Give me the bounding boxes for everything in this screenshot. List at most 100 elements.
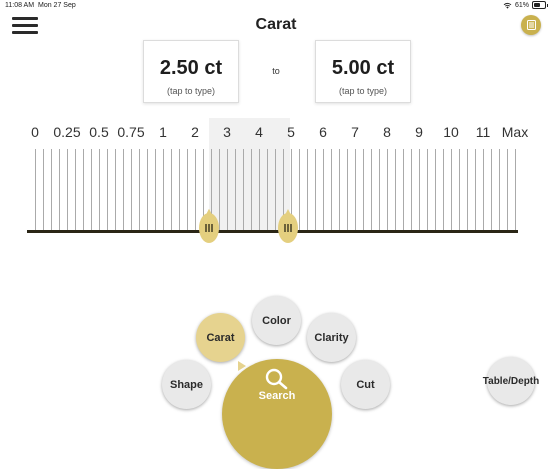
scale-tick bbox=[451, 149, 452, 231]
scale-tick bbox=[187, 149, 188, 231]
scale-label: 5 bbox=[287, 124, 295, 140]
scale-tick bbox=[499, 149, 500, 231]
scale-label: 4 bbox=[255, 124, 263, 140]
scale-tick bbox=[483, 149, 484, 231]
scale-label: 7 bbox=[351, 124, 359, 140]
scale-label: 8 bbox=[383, 124, 391, 140]
cut-button[interactable]: Cut bbox=[341, 360, 390, 409]
page-title: Carat bbox=[255, 16, 297, 33]
scale-tick bbox=[171, 149, 172, 231]
scale-tick bbox=[259, 149, 260, 231]
scale-tick bbox=[379, 149, 380, 231]
range-separator: to bbox=[272, 66, 280, 76]
scale-tick bbox=[491, 149, 492, 231]
shape-button-label: Shape bbox=[169, 378, 203, 391]
status-date: Mon 27 Sep bbox=[38, 2, 76, 9]
search-button[interactable]: Search bbox=[222, 359, 332, 469]
max-carat-box[interactable]: 5.00 ct (tap to type) bbox=[315, 40, 411, 103]
scale-tick bbox=[43, 149, 44, 231]
scale-tick bbox=[299, 149, 300, 231]
scale-tick bbox=[371, 149, 372, 231]
scale-tick bbox=[315, 149, 316, 231]
scale-tick bbox=[443, 149, 444, 231]
cut-button-label: Cut bbox=[356, 378, 375, 391]
document-button[interactable] bbox=[521, 15, 541, 35]
scale-tick bbox=[155, 149, 156, 231]
battery-level bbox=[534, 3, 541, 7]
scale-tick bbox=[163, 149, 164, 231]
max-slider-handle[interactable] bbox=[277, 209, 299, 243]
scale-tick bbox=[419, 149, 420, 231]
document-icon bbox=[526, 20, 536, 30]
scale-label: 0 bbox=[31, 124, 39, 140]
scale-tick bbox=[355, 149, 356, 231]
search-button-label: Search bbox=[258, 390, 296, 402]
scale-tick bbox=[267, 149, 268, 231]
scale-tick bbox=[115, 149, 116, 231]
scale-tick bbox=[59, 149, 60, 231]
status-time: 11:08 AM bbox=[5, 2, 35, 9]
scale-tick bbox=[323, 149, 324, 231]
scale-tick bbox=[67, 149, 68, 231]
scale-tick bbox=[339, 149, 340, 231]
scale-tick bbox=[83, 149, 84, 231]
scale-label: 2 bbox=[191, 124, 199, 140]
scale-tick bbox=[387, 149, 388, 231]
scale-tick bbox=[275, 149, 276, 231]
scale-label: 10 bbox=[443, 124, 459, 140]
scale-tick bbox=[475, 149, 476, 231]
table-depth-button[interactable]: Table/Depth bbox=[483, 357, 539, 405]
scale-tick bbox=[347, 149, 348, 231]
scale-label: 6 bbox=[319, 124, 327, 140]
scale-tick bbox=[427, 149, 428, 231]
clarity-button-label: Clarity bbox=[314, 331, 349, 344]
scale-tick bbox=[251, 149, 252, 231]
scale-tick bbox=[123, 149, 124, 231]
scale-tick bbox=[131, 149, 132, 231]
table-depth-button-label: Table/Depth bbox=[482, 375, 540, 387]
carat-button[interactable]: Carat bbox=[196, 313, 245, 362]
scale-tick bbox=[179, 149, 180, 231]
scale-tick bbox=[51, 149, 52, 231]
scale-tick bbox=[75, 149, 76, 231]
scale-tick bbox=[147, 149, 148, 231]
scale-tick bbox=[99, 149, 100, 231]
carat-button-label: Carat bbox=[206, 331, 235, 344]
battery-percent: 61% bbox=[514, 1, 529, 9]
scale-label: 0.25 bbox=[53, 124, 81, 140]
color-button-label: Color bbox=[262, 314, 291, 327]
shape-button[interactable]: Shape bbox=[162, 360, 211, 409]
scale-tick bbox=[467, 149, 468, 231]
scale-tick bbox=[411, 149, 412, 231]
min-carat-value: 2.50 ct bbox=[159, 57, 223, 79]
min-carat-hint: (tap to type) bbox=[166, 86, 216, 96]
scale-label: 0.75 bbox=[117, 124, 145, 140]
scale-tick bbox=[35, 149, 36, 231]
scale-label: 1 bbox=[159, 124, 167, 140]
scale-tick bbox=[515, 149, 516, 231]
min-carat-box[interactable]: 2.50 ct (tap to type) bbox=[143, 40, 239, 103]
scale-tick bbox=[507, 149, 508, 231]
scale-label: 3 bbox=[223, 124, 231, 140]
scale-tick bbox=[435, 149, 436, 231]
color-button[interactable]: Color bbox=[252, 296, 301, 345]
scale-tick bbox=[307, 149, 308, 231]
scale-tick bbox=[107, 149, 108, 231]
max-carat-hint: (tap to type) bbox=[338, 86, 388, 96]
min-slider-handle[interactable] bbox=[198, 209, 220, 243]
search-icon bbox=[265, 368, 288, 390]
scale-label: 11 bbox=[475, 124, 491, 140]
scale-baseline bbox=[27, 230, 518, 233]
scale-tick bbox=[403, 149, 404, 231]
carat-scale[interactable]: 0 0.25 0.5 0.75 1 2 3 4 5 6 7 8 9 10 11 Max bbox=[0, 118, 552, 243]
scale-tick bbox=[331, 149, 332, 231]
status-right: 61% bbox=[503, 1, 548, 9]
scale-tick bbox=[195, 149, 196, 231]
scale-tick bbox=[227, 149, 228, 231]
status-bar: 11:08 AM Mon 27 Sep 61% bbox=[0, 0, 552, 12]
max-carat-value: 5.00 ct bbox=[331, 57, 395, 79]
scale-tick bbox=[395, 149, 396, 231]
scale-tick bbox=[91, 149, 92, 231]
battery-icon bbox=[532, 1, 548, 9]
clarity-button[interactable]: Clarity bbox=[307, 313, 356, 362]
